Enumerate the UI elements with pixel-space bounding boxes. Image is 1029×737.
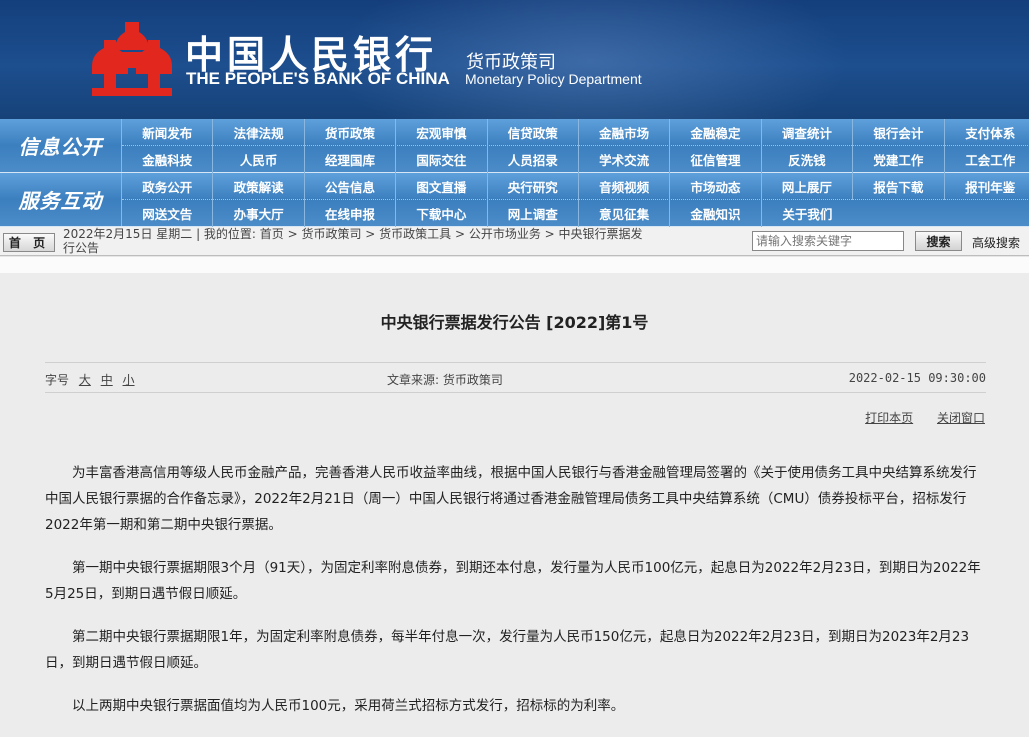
font-size-medium[interactable]: 中 [101,373,113,387]
article-paragraph: 为丰富香港高信用等级人民币金融产品，完善香港人民币收益率曲线，根据中国人民银行与… [45,465,977,533]
article-paragraph: 第一期中央银行票据期限3个月（91天），为固定利率附息债券，到期还本付息，发行量… [45,560,981,602]
nav-item[interactable]: 人民币 [213,146,305,173]
article-meta: 字号 大 中 小 文章来源: 货币政策司 2022-02-15 09:30:00 [45,362,986,393]
nav-row: 新闻发布 法律法规 货币政策 宏观审慎 信贷政策 金融市场 金融稳定 调查统计 银行会计 支付体系 [122,119,1029,146]
nav-item[interactable]: 报刊年鉴 [945,173,1029,200]
nav-item[interactable]: 反洗钱 [762,146,854,173]
bank-name-en[interactable]: THE PEOPLE'S BANK OF CHINA [186,69,450,89]
article-source: 文章来源: 货币政策司 [387,373,503,387]
nav-item[interactable]: 下载中心 [396,200,488,227]
nav-item[interactable]: 国际交往 [396,146,488,173]
nav-section-title: 服务互动 [0,173,122,226]
nav-item[interactable]: 调查统计 [762,119,854,146]
nav-item[interactable]: 网上展厅 [762,173,854,200]
article-body: 为丰富香港高信用等级人民币金融产品，完善香港人民币收益率曲线，根据中国人民银行与… [45,460,986,736]
search-button[interactable]: 搜索 [915,231,962,251]
article-tools: 打印本页 关闭窗口 [845,409,985,426]
nav-item[interactable]: 金融科技 [122,146,214,173]
nav-section-info: 信息公开 新闻发布 法律法规 货币政策 宏观审慎 信贷政策 金融市场 金融稳定 调查统计 银行会… [0,119,1029,173]
breadcrumb-line[interactable]: 2022年2月15日 星期二 | 我的位置: 首页 > 货币政策司 > 货币政策… [63,227,643,241]
nav-section-service: 服务互动 政务公开 政策解读 公告信息 图文直播 央行研究 音频视频 市场动态 网上展厅 报告下… [0,173,1029,227]
search-input[interactable] [752,231,904,251]
nav-item[interactable]: 关于我们 [762,200,853,227]
font-size-large[interactable]: 大 [79,373,91,387]
advanced-search-link[interactable]: 高级搜索 [972,234,1020,251]
nav-item[interactable]: 人员招录 [488,146,579,173]
font-size-small[interactable]: 小 [123,373,135,387]
nav-item[interactable]: 征信管理 [670,146,762,173]
nav-row: 政务公开 政策解读 公告信息 图文直播 央行研究 音频视频 市场动态 网上展厅 报告下载 报刊年鉴 [122,173,1029,200]
main-nav: 信息公开 新闻发布 法律法规 货币政策 宏观审慎 信贷政策 金融市场 金融稳定 调查统计 银行会… [0,119,1029,227]
nav-item[interactable]: 银行会计 [853,119,945,146]
nav-item[interactable]: 办事大厅 [213,200,305,227]
nav-item[interactable]: 央行研究 [488,173,579,200]
nav-item[interactable]: 法律法规 [213,119,305,146]
nav-item[interactable]: 意见征集 [579,200,671,227]
nav-item[interactable]: 网上调查 [488,200,579,227]
article-paragraph: 第二期中央银行票据期限1年，为固定利率附息债券，每半年付息一次，发行量为人民币1… [45,629,970,671]
header-banner: 中国人民银行 THE PEOPLE'S BANK OF CHINA 货币政策司 … [0,0,1029,119]
nav-item[interactable]: 支付体系 [945,119,1029,146]
article-paragraph: 以上两期中央银行票据面值均为人民币100元，采用荷兰式招标方式发行，招标标的为利… [72,698,625,714]
nav-item[interactable]: 学术交流 [579,146,671,173]
breadcrumb-line[interactable]: 行公告 [63,241,751,255]
font-size-label: 字号 [45,373,70,387]
nav-item[interactable]: 在线申报 [305,200,397,227]
nav-item[interactable]: 经理国库 [305,146,397,173]
nav-item[interactable]: 金融市场 [579,119,671,146]
nav-section-title: 信息公开 [0,119,122,172]
nav-item[interactable]: 公告信息 [305,173,397,200]
dept-name-en[interactable]: Monetary Policy Department [465,71,642,87]
nav-row: 金融科技 人民币 经理国库 国际交往 人员招录 学术交流 征信管理 反洗钱 党建工作 工会工作 [122,146,1029,173]
pboc-emblem-icon[interactable] [92,22,172,96]
nav-item[interactable]: 市场动态 [670,173,762,200]
nav-item[interactable]: 工会工作 [945,146,1029,173]
nav-row: 网送文告 办事大厅 在线申报 下载中心 网上调查 意见征集 金融知识 关于我们 [122,200,853,227]
nav-item[interactable]: 音频视频 [579,173,671,200]
nav-item[interactable]: 报告下载 [853,173,945,200]
breadcrumb: 2022年2月15日 星期二 | 我的位置: 首页 > 货币政策司 > 货币政策… [63,227,751,256]
nav-item[interactable]: 图文直播 [396,173,488,200]
article-title: 中央银行票据发行公告 [2022]第1号 [380,313,649,332]
nav-item[interactable]: 货币政策 [305,119,397,146]
nav-item[interactable]: 金融知识 [670,200,762,227]
print-page-link[interactable]: 打印本页 [865,411,913,425]
nav-item[interactable]: 党建工作 [853,146,945,173]
article-datetime: 2022-02-15 09:30:00 [848,371,986,385]
nav-item[interactable]: 政策解读 [213,173,305,200]
close-window-link[interactable]: 关闭窗口 [937,411,985,425]
nav-item[interactable]: 金融稳定 [670,119,762,146]
nav-item[interactable]: 宏观审慎 [396,119,488,146]
home-button[interactable]: 首 页 [3,233,55,252]
nav-item[interactable]: 新闻发布 [122,119,214,146]
nav-item[interactable]: 网送文告 [122,200,214,227]
font-size-switcher: 字号 大 中 小 [45,371,135,388]
nav-item[interactable]: 信贷政策 [488,119,579,146]
nav-item[interactable]: 政务公开 [122,173,214,200]
